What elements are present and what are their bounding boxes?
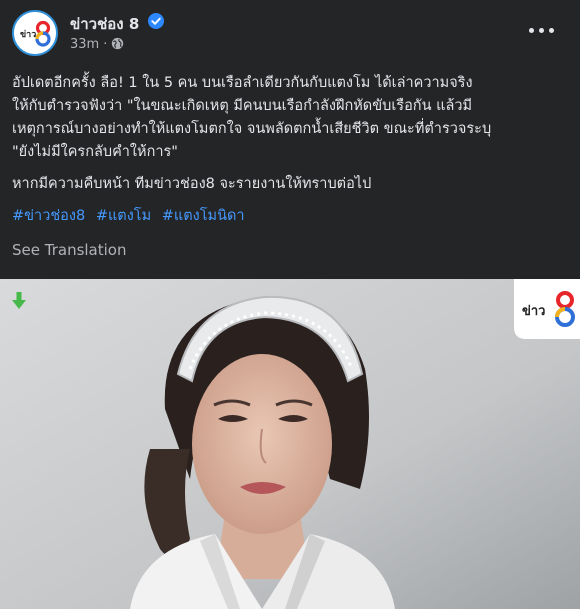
post-time[interactable]: 33m xyxy=(70,37,99,52)
meta-separator: · xyxy=(103,37,108,52)
caption-line: ให้กับตำรวจฟังว่า "ในขณะเกิดเหตุ มีคนบนเ… xyxy=(12,98,473,114)
caption-paragraph-1: อัปเดตอีกครั้ง ลือ! 1 ใน 5 คน บนเรือลำเด… xyxy=(12,72,570,164)
svg-text:ข่าว: ข่าว xyxy=(522,304,546,319)
hashtag-list: #ข่าวช่อง8 #แตงโม #แตงโมนิดา xyxy=(12,205,570,228)
facebook-post: ข่าว ข่าวช่อง 8 33m · อัปเดตอีกครั้ง ลือ!… xyxy=(0,0,580,609)
see-translation-link[interactable]: See Translation xyxy=(12,241,126,259)
hashtag-link[interactable]: #แตงโมนิดา xyxy=(162,208,245,224)
caption-line: อัปเดตอีกครั้ง ลือ! 1 ใน 5 คน บนเรือลำเด… xyxy=(12,75,473,91)
hashtag-link[interactable]: #ข่าวช่อง8 xyxy=(12,208,85,224)
post-photo[interactable] xyxy=(0,279,580,609)
globe-icon[interactable] xyxy=(111,37,124,50)
caption-line: เหตุการณ์บางอย่างทำให้แตงโมตกใจ จนพลัดตก… xyxy=(12,121,492,137)
svg-text:ข่าว: ข่าว xyxy=(20,29,36,40)
post-header: ข่าว ข่าวช่อง 8 33m · xyxy=(0,0,580,62)
channel-8-logo-icon: ข่าว xyxy=(14,12,56,54)
verified-badge-icon xyxy=(148,13,164,29)
caption-paragraph-2: หากมีความคืบหน้า ทีมข่าวช่อง8 จะรายงานให… xyxy=(12,176,372,192)
portrait-image xyxy=(0,279,580,609)
page-avatar[interactable]: ข่าว xyxy=(12,10,58,56)
hashtag-link[interactable]: #แตงโม xyxy=(96,208,151,224)
post-meta: 33m · xyxy=(70,37,124,52)
download-arrow-icon[interactable] xyxy=(12,292,26,310)
page-name[interactable]: ข่าวช่อง 8 xyxy=(70,12,139,36)
post-caption: อัปเดตอีกครั้ง ลือ! 1 ใน 5 คน บนเรือลำเด… xyxy=(12,72,570,228)
channel-8-watermark-icon: ข่าว xyxy=(514,279,580,339)
more-options-icon[interactable] xyxy=(529,24,555,38)
caption-line: "ยังไม่มีใครกลับคำให้การ" xyxy=(12,144,178,160)
